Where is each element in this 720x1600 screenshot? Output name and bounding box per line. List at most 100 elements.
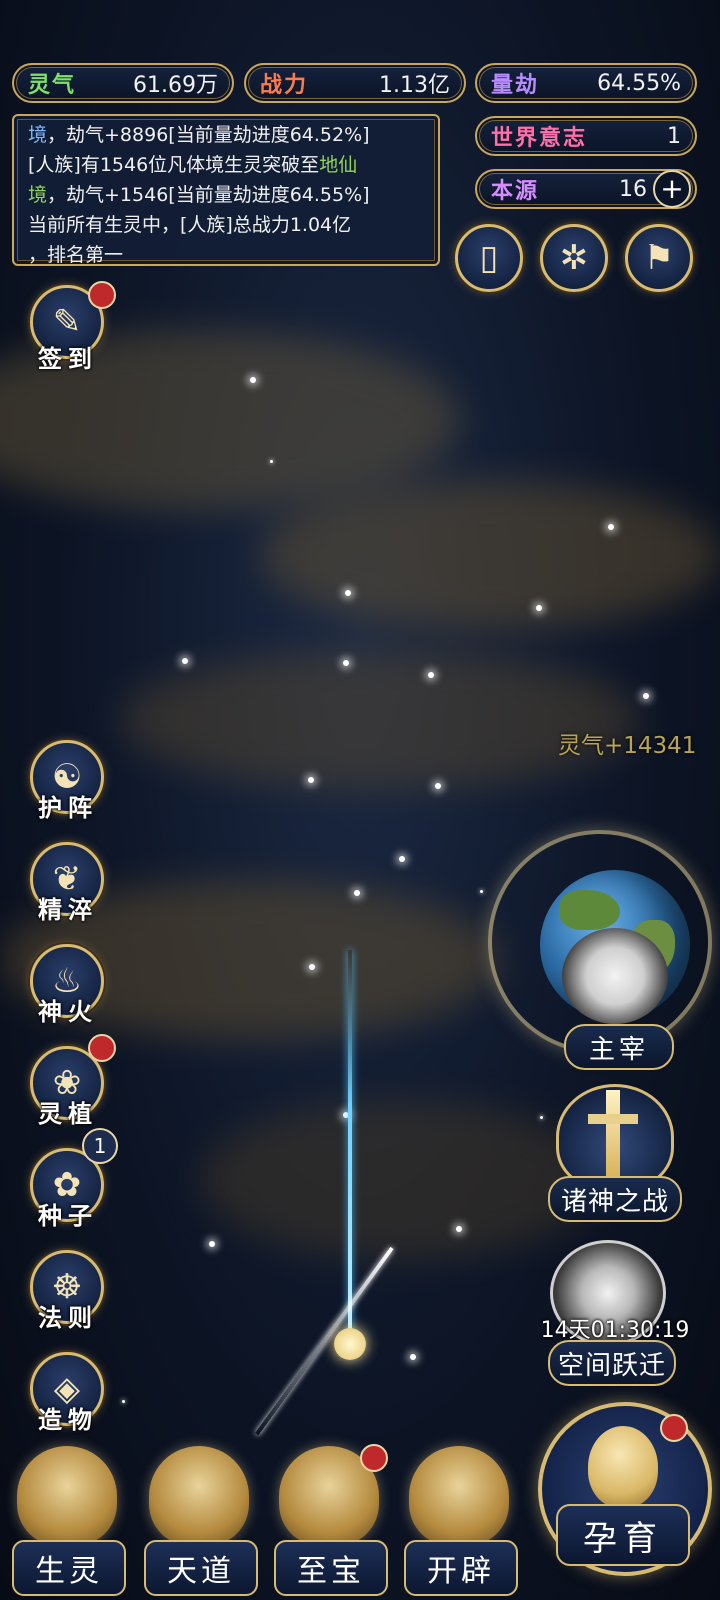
log-line: ，排名第一 [28,240,424,266]
flag-button[interactable]: ⚑ [625,224,693,292]
sword-icon [606,1090,620,1178]
kong-jian-yue-qian-label: 空间跃迁 [548,1340,676,1386]
spirit-creature[interactable] [334,1328,366,1360]
kong-jian-yue-qian-button[interactable]: 14天01:30:19 空间跃迁 [540,1240,690,1386]
stat-zhanli[interactable]: 战力 1.13亿 [244,63,466,103]
flag-icon: ⚑ [643,238,675,278]
stat-lingqi[interactable]: 灵气 61.69万 [12,63,234,103]
star [308,777,314,783]
zhong-zi-button[interactable]: ✿ 1 种子 [26,1128,118,1238]
log-line: 境，劫气+8896[当前量劫进度64.52%] [28,120,424,150]
zhong-zi-label: 种子 [38,1202,98,1230]
zhu-zai-label: 主宰 [564,1024,674,1070]
ling-zhi-button[interactable]: ❀ 灵植 [26,1034,116,1136]
star [399,856,405,862]
stat-liangjie[interactable]: 量劫 64.55% [475,63,697,103]
add-benyuan-button[interactable]: + [653,170,691,208]
star [536,605,542,611]
sword-guard [588,1114,638,1124]
yun-yu-button[interactable]: 孕育 [534,1400,712,1600]
star [428,672,434,678]
brush-scroll-icon: ✎ [52,302,82,342]
continent [560,890,620,930]
star [343,660,349,666]
shen-huo-button[interactable]: ♨ 神火 [26,944,110,1034]
fa-ze-button[interactable]: ☸ 法则 [26,1250,110,1340]
zhu-zai-button[interactable]: 主宰 [488,830,712,1080]
card-button[interactable]: ▯ [455,224,523,292]
nav-kai-pi-label: 开辟 [404,1540,518,1596]
zhu-shen-zhi-zhan-label: 诸神之战 [548,1176,682,1222]
card-icon: ▯ [479,238,499,278]
notification-dot [360,1444,388,1472]
log-line: [人族]有1546位凡体境生灵突破至地仙 [28,150,424,180]
log-highlight: 地仙 [319,154,358,176]
log-highlight: 境 [28,184,48,206]
star [250,377,256,383]
fa-ze-label: 法则 [38,1304,98,1332]
star [410,1354,416,1360]
star [480,890,483,893]
zao-wu-button[interactable]: ◈ 造物 [26,1352,110,1442]
dragon-emblem [562,928,668,1024]
stat-zhanli-label: 战力 [260,73,309,98]
star [270,460,273,463]
stat-liangjie-value: 64.55% [597,70,681,96]
jing-cui-button[interactable]: ❦ 精淬 [26,842,110,932]
log-text: [人族]有1546位凡体境生灵突破至 [28,154,320,176]
yun-yu-label: 孕育 [556,1504,690,1566]
nav-zhi-bao-label: 至宝 [274,1540,388,1596]
nebula-cloud [120,650,640,790]
nav-tian-dao-label: 天道 [144,1540,258,1596]
nav-sheng-ling[interactable]: 生灵 [8,1440,126,1600]
nebula-cloud [260,480,720,630]
shen-huo-label: 神火 [38,998,98,1026]
light-beam [348,950,352,1340]
meteor-streak [255,1246,394,1436]
zhu-shen-zhi-zhan-button[interactable]: 诸神之战 [548,1084,682,1224]
stat-benyuan[interactable]: 本源 16 + [475,169,697,209]
hu-zhen-label: 护阵 [38,794,98,822]
axe-icon [409,1446,509,1546]
zao-wu-label: 造物 [38,1406,98,1434]
settings-button[interactable]: ✲ [540,224,608,292]
star [122,1400,125,1403]
log-line: 境，劫气+1546[当前量劫进度64.55%] [28,180,424,210]
log-text: 当前所有生灵中，[人族]总战力1.04亿 [28,214,352,236]
nebula-cloud [200,1100,600,1260]
notification-dot [660,1414,688,1442]
star [456,1226,462,1232]
jing-cui-label: 精淬 [38,896,98,924]
stat-shijie-label: 世界意志 [491,126,588,151]
embryo-icon [588,1426,658,1508]
log-text: ，排名第一 [28,244,124,266]
hu-zhen-button[interactable]: ☯ 护阵 [26,740,110,830]
sign-in-button[interactable]: ✎ 签到 [26,281,116,375]
nav-zhi-bao[interactable]: 至宝 [270,1440,388,1600]
stat-shijie[interactable]: 世界意志 1 [475,116,697,156]
stat-lingqi-label: 灵气 [28,73,77,98]
event-log: 境，劫气+8896[当前量劫进度64.52%] [人族]有1546位凡体境生灵突… [12,114,440,266]
nav-kai-pi[interactable]: 开辟 [400,1440,518,1600]
sign-in-label: 签到 [38,345,98,373]
log-text: ，劫气+1546[当前量劫进度64.55%] [47,184,370,206]
star [643,693,649,699]
stat-liangjie-label: 量劫 [491,73,540,98]
notification-dot [88,1034,116,1062]
nav-tian-dao[interactable]: 天道 [140,1440,258,1600]
seed-count-badge: 1 [82,1128,118,1164]
log-text: ，劫气+8896[当前量劫进度64.52%] [47,124,370,146]
nav-sheng-ling-label: 生灵 [12,1540,126,1596]
gear-icon: ✲ [559,238,589,278]
log-line: 当前所有生灵中，[人族]总战力1.04亿 [28,210,424,240]
stat-zhanli-value: 1.13亿 [379,73,450,98]
stat-benyuan-right: 16 + [619,170,691,208]
star [608,524,614,530]
log-text: 境 [28,124,48,146]
star [182,658,188,664]
stat-benyuan-label: 本源 [491,179,540,204]
star [435,783,441,789]
lingqi-gain-text: 灵气+14341 [558,733,697,759]
stat-lingqi-value: 61.69万 [133,73,218,98]
swirl-icon [149,1446,249,1546]
